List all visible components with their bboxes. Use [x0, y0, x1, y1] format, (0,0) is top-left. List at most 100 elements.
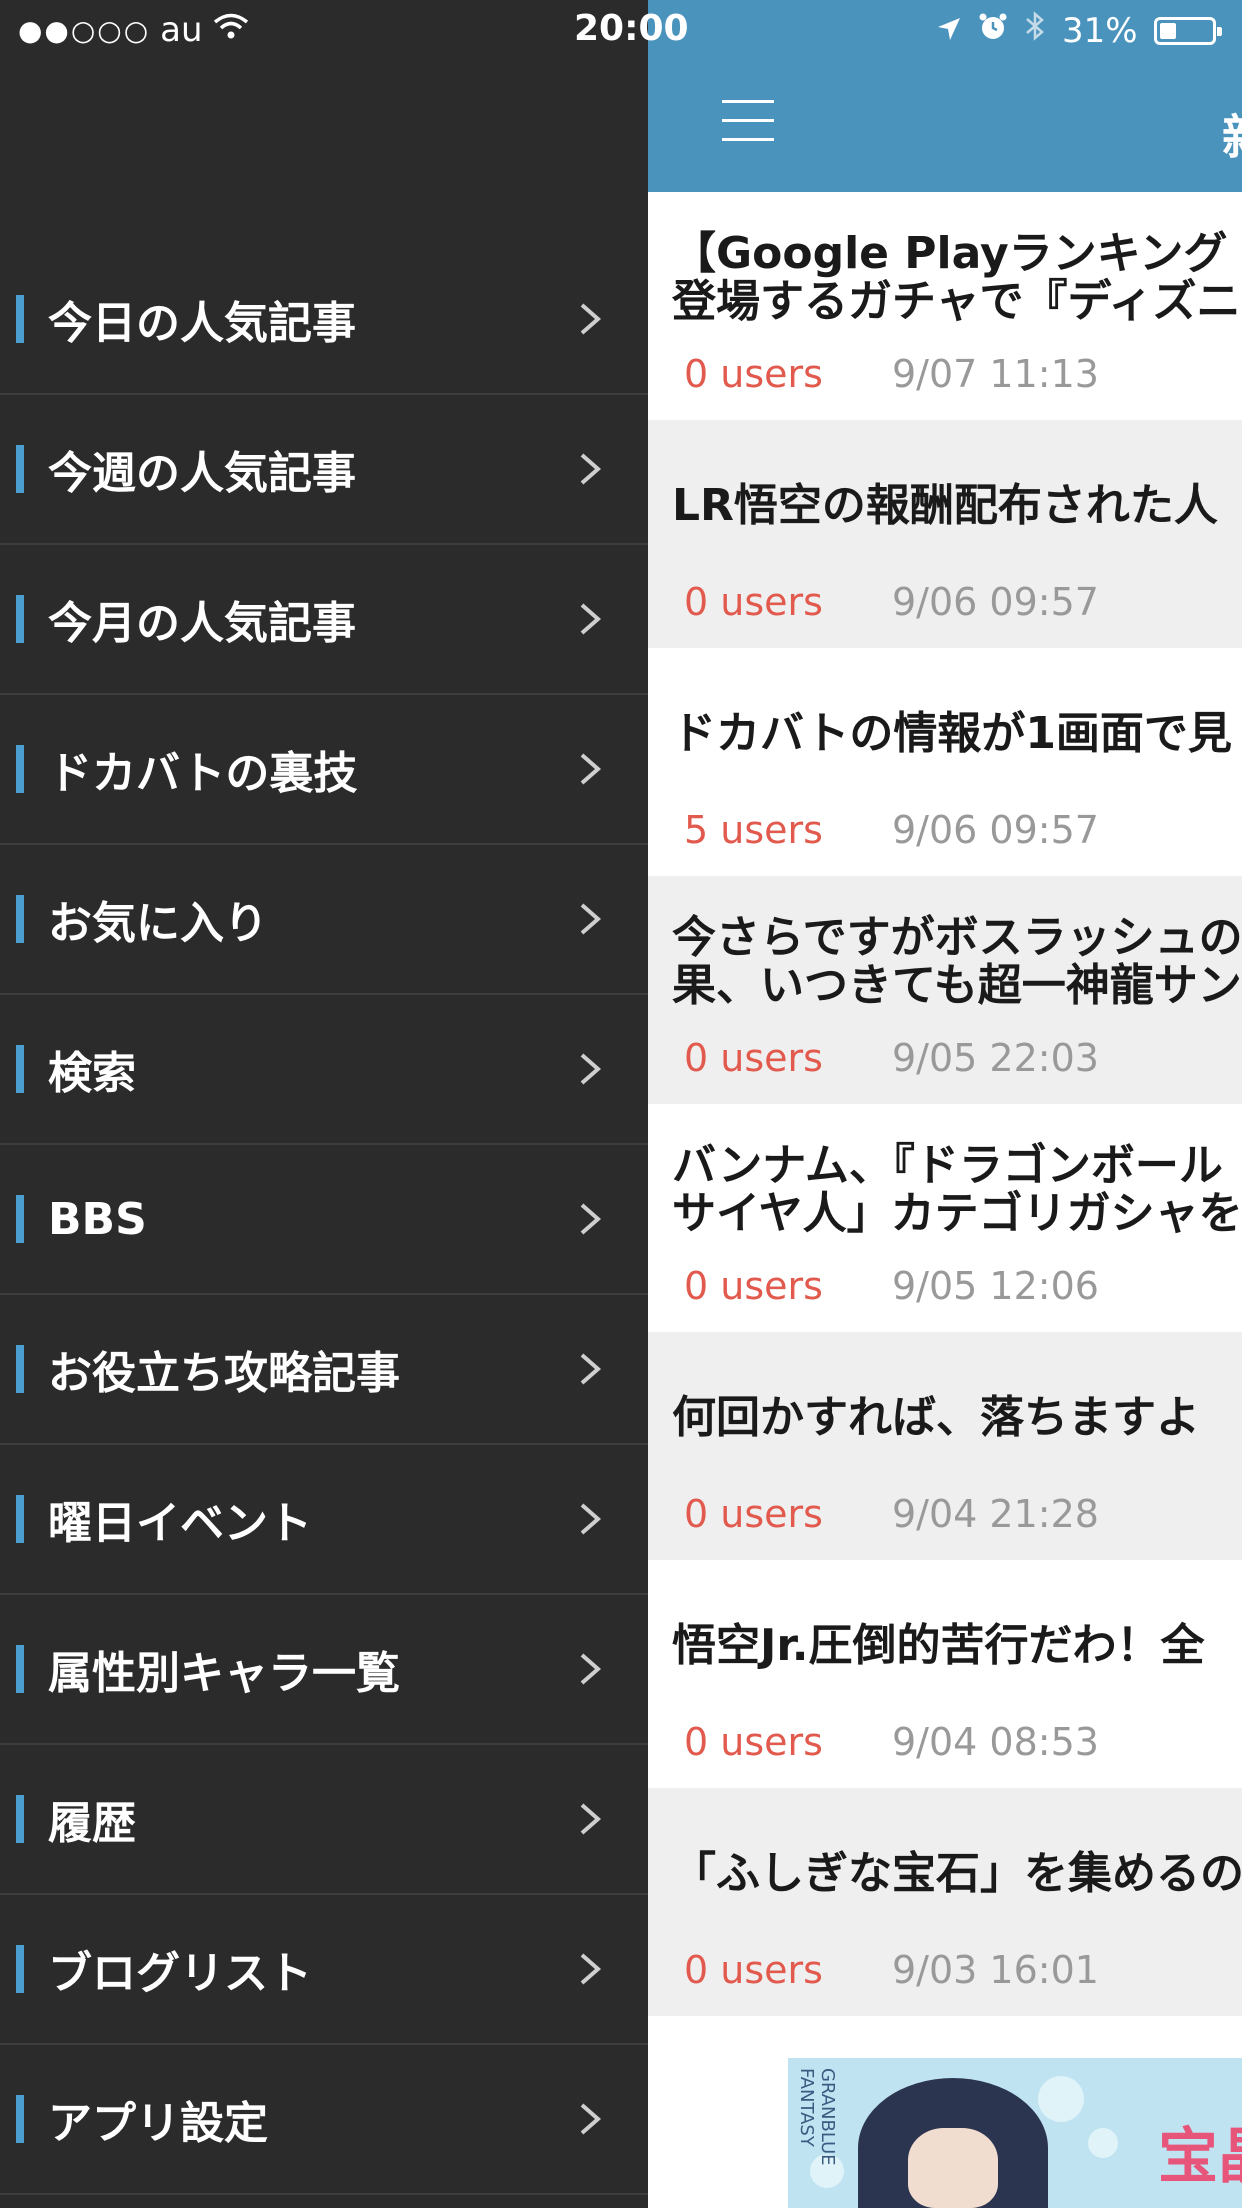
- chevron-right-icon: [580, 1953, 602, 1985]
- sidebar-item[interactable]: 今週の人気記事: [0, 395, 648, 545]
- chevron-right-icon: [580, 303, 602, 335]
- sidebar-item-label: 属性別キャラ一覧: [48, 1648, 400, 1699]
- sidebar-item-label: ドカバトの裏技: [48, 748, 358, 799]
- wifi-icon: [213, 10, 249, 50]
- accent-bar: [16, 445, 24, 493]
- sidebar-item[interactable]: お役立ち攻略記事: [0, 1295, 648, 1445]
- article-title-line1: 「ふしぎな宝石」を集めるの: [672, 1848, 1242, 1899]
- article-date: 9/06 09:57: [892, 580, 1099, 624]
- page-title: 新: [1222, 98, 1242, 168]
- article-title-line1: LR悟空の報酬配布された人: [672, 480, 1218, 531]
- sidebar-item[interactable]: アプリ設定: [0, 2045, 648, 2195]
- ad-text: 宝晶: [1158, 2122, 1242, 2192]
- article-date: 9/03 16:01: [892, 1948, 1099, 1992]
- article-row[interactable]: バンナム、『ドラゴンボール サイヤ人」カテゴリガシャを 0 users 9/05 12…: [648, 1104, 1242, 1332]
- article-title-line2: 登場するガチャで『ディズニ: [672, 276, 1241, 327]
- chevron-right-icon: [580, 753, 602, 785]
- sidebar-item[interactable]: お気に入り: [0, 845, 648, 995]
- ad-logo-text: GRANBLUE FANTASY: [796, 2068, 838, 2166]
- article-row[interactable]: 今さらですがボスラッシュの 果、いつきても超一神龍サン 0 users 9/05 22…: [648, 876, 1242, 1104]
- accent-bar: [16, 1345, 24, 1393]
- article-users-count: 5 users: [684, 808, 823, 852]
- article-title: 何回かすれば、落ちますよ: [672, 1394, 1242, 1442]
- article-title: バンナム、『ドラゴンボール サイヤ人」カテゴリガシャを: [672, 1142, 1242, 1238]
- ad-banner[interactable]: GRANBLUE FANTASY 宝晶: [788, 2058, 1242, 2208]
- sidebar-item[interactable]: 今日の人気記事: [0, 245, 648, 395]
- battery-percent: 31%: [1062, 10, 1138, 51]
- sidebar-item[interactable]: 履歴: [0, 1745, 648, 1895]
- sidebar-item[interactable]: ブログリスト: [0, 1895, 648, 2045]
- accent-bar: [16, 1945, 24, 1993]
- sidebar-item-label: 検索: [48, 1048, 136, 1099]
- sidebar-item[interactable]: 属性別キャラ一覧: [0, 1595, 648, 1745]
- article-list: 【Google Playランキング 登場するガチャで『ディズニ 0 users 9/0…: [648, 192, 1242, 2016]
- article-users-count: 0 users: [684, 1948, 823, 1992]
- article-date: 9/05 12:06: [892, 1264, 1099, 1308]
- article-title-line2: 果、いつきても超一神龍サン: [672, 960, 1242, 1011]
- article-title-line2: サイヤ人」カテゴリガシャを: [672, 1188, 1242, 1239]
- chevron-right-icon: [580, 2103, 602, 2135]
- side-menu: 今日の人気記事 今週の人気記事今月の人気記事ドカバトの裏技 お気に入り検索 BBS お役…: [0, 0, 648, 2208]
- article-title-line1: 今さらですがボスラッシュの: [672, 912, 1242, 963]
- sidebar-item[interactable]: ドカバトの裏技: [0, 695, 648, 845]
- hamburger-menu-icon[interactable]: [722, 100, 774, 144]
- sidebar-item-label: 今週の人気記事: [48, 448, 356, 499]
- article-title-line1: 【Google Playランキング: [672, 228, 1228, 279]
- article-users-count: 0 users: [684, 1264, 823, 1308]
- article-users-count: 0 users: [684, 1492, 823, 1536]
- sidebar-item-label: 今日の人気記事: [48, 298, 356, 349]
- article-title: 悟空Jr.圧倒的苦行だわ！全: [672, 1622, 1242, 1670]
- article-title-line1: バンナム、『ドラゴンボール: [672, 1140, 1223, 1191]
- article-title: 「ふしぎな宝石」を集めるの: [672, 1850, 1242, 1898]
- article-title: LR悟空の報酬配布された人: [672, 482, 1242, 530]
- status-bar: ●●○○○ au 20:00 31%: [0, 0, 1242, 62]
- article-title: 【Google Playランキング 登場するガチャで『ディズニ: [672, 230, 1242, 326]
- sidebar-item-label: 履歴: [48, 1798, 136, 1849]
- sidebar-item-label: お気に入り: [48, 898, 268, 949]
- article-row[interactable]: 【Google Playランキング 登場するガチャで『ディズニ 0 users 9/0…: [648, 192, 1242, 420]
- accent-bar: [16, 295, 24, 343]
- sidebar-item-label: 曜日イベント: [48, 1498, 312, 1549]
- article-date: 9/04 08:53: [892, 1720, 1099, 1764]
- accent-bar: [16, 745, 24, 793]
- accent-bar: [16, 1495, 24, 1543]
- battery-icon: [1153, 16, 1222, 45]
- article-row[interactable]: 悟空Jr.圧倒的苦行だわ！全 0 users 9/04 08:53: [648, 1560, 1242, 1788]
- article-users-count: 0 users: [684, 352, 823, 396]
- article-row[interactable]: ドカバトの情報が1画面で見 5 users 9/06 09:57: [648, 648, 1242, 876]
- article-date: 9/07 11:13: [892, 352, 1099, 396]
- article-row[interactable]: 何回かすれば、落ちますよ 0 users 9/04 21:28: [648, 1332, 1242, 1560]
- sidebar-item[interactable]: 曜日イベント: [0, 1445, 648, 1595]
- article-row[interactable]: LR悟空の報酬配布された人 0 users 9/06 09:57: [648, 420, 1242, 648]
- accent-bar: [16, 1645, 24, 1693]
- accent-bar: [16, 895, 24, 943]
- article-date: 9/04 21:28: [892, 1492, 1099, 1536]
- chevron-right-icon: [580, 903, 602, 935]
- article-date: 9/06 09:57: [892, 808, 1099, 852]
- article-users-count: 0 users: [684, 580, 823, 624]
- chevron-right-icon: [580, 1653, 602, 1685]
- chevron-right-icon: [580, 1503, 602, 1535]
- article-title: 今さらですがボスラッシュの 果、いつきても超一神龍サン: [672, 914, 1242, 1010]
- sidebar-item[interactable]: 今月の人気記事: [0, 545, 648, 695]
- article-row[interactable]: 「ふしぎな宝石」を集めるの 0 users 9/03 16:01: [648, 1788, 1242, 2016]
- sidebar-item[interactable]: BBS: [0, 1145, 648, 1295]
- chevron-right-icon: [580, 1353, 602, 1385]
- sidebar-item-label: お役立ち攻略記事: [48, 1348, 400, 1399]
- article-date: 9/05 22:03: [892, 1036, 1099, 1080]
- clock: 20:00: [574, 8, 689, 49]
- sidebar-item-label: ブログリスト: [48, 1948, 312, 1999]
- location-icon: [936, 11, 962, 51]
- carrier-name: au: [160, 10, 203, 50]
- accent-bar: [16, 1195, 24, 1243]
- signal-strength-icon: ●●○○○: [18, 13, 151, 47]
- sidebar-item[interactable]: 検索: [0, 995, 648, 1145]
- chevron-right-icon: [580, 453, 602, 485]
- sidebar-item-label: BBS: [48, 1193, 147, 1245]
- article-title-line1: 何回かすれば、落ちますよ: [672, 1392, 1200, 1443]
- article-title: ドカバトの情報が1画面で見: [672, 710, 1242, 758]
- main-content: 新 【Google Playランキング登場するガチャで『ディズニ 0 users 9…: [648, 0, 1242, 2208]
- article-title-line1: 悟空Jr.圧倒的苦行だわ！全: [672, 1620, 1205, 1671]
- article-users-count: 0 users: [684, 1720, 823, 1764]
- accent-bar: [16, 595, 24, 643]
